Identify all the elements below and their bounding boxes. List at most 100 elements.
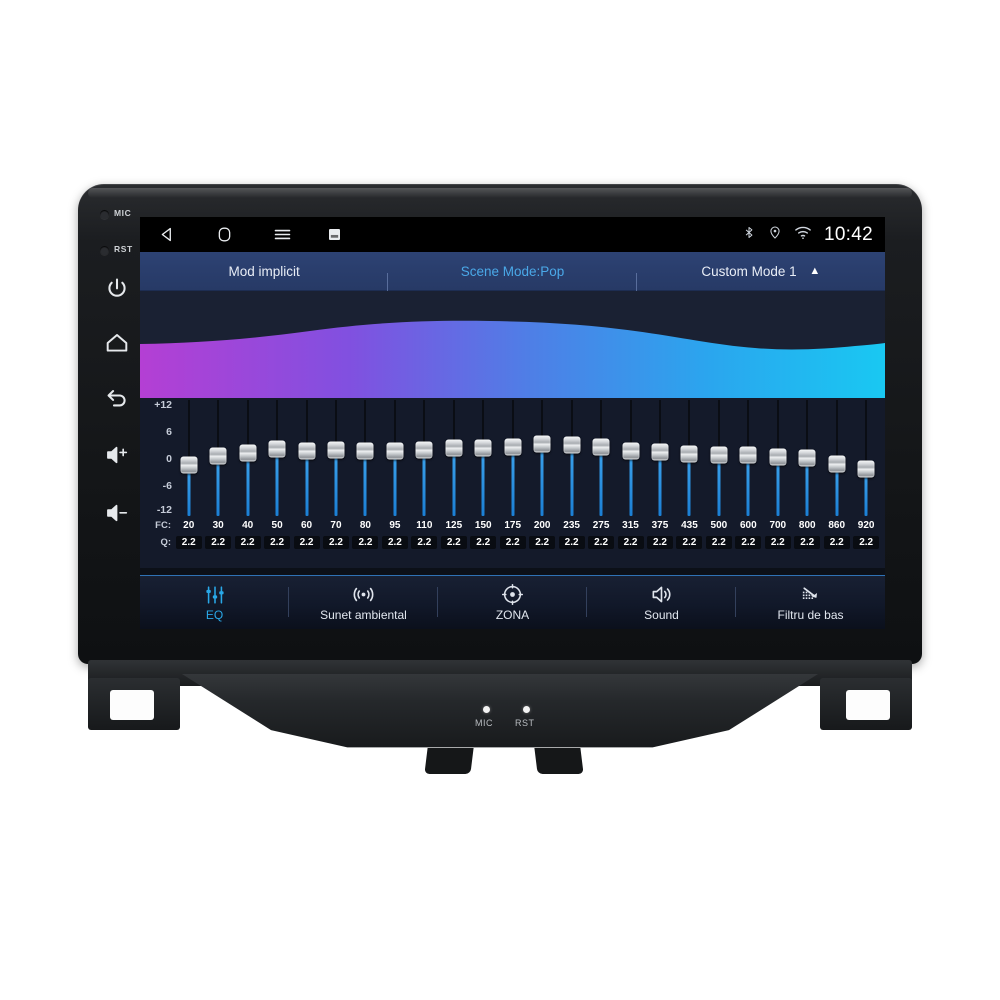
eq-q-value[interactable]: 2.2 xyxy=(735,535,762,549)
eq-q-value[interactable]: 2.2 xyxy=(234,535,261,549)
eq-slider[interactable] xyxy=(675,400,704,516)
eq-slider-knob[interactable] xyxy=(209,447,227,465)
bracket-rst-label: RST xyxy=(515,718,535,728)
eq-slider-knob[interactable] xyxy=(474,439,492,457)
mic-hole xyxy=(100,210,109,219)
eq-slider[interactable] xyxy=(321,400,350,516)
volume-down-icon[interactable] xyxy=(104,500,130,526)
bottom-tab-bar[interactable]: EQ Sunet ambiental ZONA Sound Filtru de … xyxy=(140,575,885,629)
eq-q-value[interactable]: 2.2 xyxy=(175,535,202,549)
eq-q-value[interactable]: 2.2 xyxy=(823,535,850,549)
volume-up-icon[interactable] xyxy=(104,442,130,468)
power-icon[interactable] xyxy=(104,276,130,302)
eq-slider-fill xyxy=(216,462,220,516)
eq-slider-knob[interactable] xyxy=(710,446,728,464)
tab-surround[interactable]: Sunet ambiental xyxy=(289,576,438,629)
eq-slider[interactable] xyxy=(203,400,232,516)
eq-slider-knob[interactable] xyxy=(533,435,551,452)
eq-slider[interactable] xyxy=(763,400,792,516)
eq-q-value[interactable]: 2.2 xyxy=(529,535,556,549)
tab-sound[interactable]: Sound xyxy=(587,576,736,629)
eq-q-value[interactable]: 2.2 xyxy=(440,535,467,549)
eq-slider[interactable] xyxy=(233,400,262,516)
eq-slider-knob[interactable] xyxy=(563,436,581,454)
eq-q-value[interactable]: 2.2 xyxy=(470,535,497,549)
eq-q-value[interactable]: 2.2 xyxy=(764,535,791,549)
mode-scene[interactable]: Scene Mode:Pop xyxy=(388,264,637,292)
eq-slider-knob[interactable] xyxy=(739,446,757,464)
eq-slider-knob[interactable] xyxy=(798,449,816,467)
eq-q-value[interactable]: 2.2 xyxy=(499,535,526,549)
eq-q-value[interactable]: 2.2 xyxy=(853,535,880,549)
eq-slider-fill xyxy=(746,461,750,516)
eq-slider-group[interactable] xyxy=(174,400,881,516)
eq-q-value[interactable]: 2.2 xyxy=(381,535,408,549)
eq-q-value[interactable]: 2.2 xyxy=(264,535,291,549)
eq-q-value[interactable]: 2.2 xyxy=(617,535,644,549)
tab-zona[interactable]: ZONA xyxy=(438,576,587,629)
eq-slider[interactable] xyxy=(351,400,380,516)
eq-slider-knob[interactable] xyxy=(504,438,522,456)
eq-slider-knob[interactable] xyxy=(268,440,286,458)
eq-q-value[interactable]: 2.2 xyxy=(646,535,673,549)
eq-slider[interactable] xyxy=(851,400,880,516)
equalizer-panel[interactable]: +12 6 0 -6 -12 FC: 20 30 40 50 60 70 80 95 110 12… xyxy=(140,398,885,568)
eq-slider-knob[interactable] xyxy=(651,443,669,461)
eq-slider-knob[interactable] xyxy=(857,460,875,478)
eq-slider-knob[interactable] xyxy=(415,441,433,459)
eq-slider[interactable] xyxy=(793,400,822,516)
eq-slider[interactable] xyxy=(822,400,851,516)
eq-slider-knob[interactable] xyxy=(356,442,374,460)
eq-slider[interactable] xyxy=(616,400,645,516)
navbar-menu-icon[interactable] xyxy=(253,224,311,245)
eq-q-value[interactable]: 2.2 xyxy=(588,535,615,549)
eq-slider[interactable] xyxy=(469,400,498,516)
navbar-back-icon[interactable] xyxy=(140,225,195,244)
mode-default[interactable]: Mod implicit xyxy=(140,264,389,292)
eq-slider[interactable] xyxy=(557,400,586,516)
eq-slider-knob[interactable] xyxy=(622,442,640,460)
eq-slider-knob[interactable] xyxy=(239,444,257,462)
eq-slider[interactable] xyxy=(380,400,409,516)
eq-slider[interactable] xyxy=(174,400,203,516)
eq-slider-fill xyxy=(835,470,839,516)
eq-slider-knob[interactable] xyxy=(592,438,610,456)
eq-slider-knob[interactable] xyxy=(769,448,787,466)
axis-label: 6 xyxy=(166,426,172,438)
eq-q-value[interactable]: 2.2 xyxy=(205,535,232,549)
eq-slider[interactable] xyxy=(704,400,733,516)
eq-slider[interactable] xyxy=(292,400,321,516)
eq-slider[interactable] xyxy=(410,400,439,516)
eq-slider-knob[interactable] xyxy=(180,456,198,474)
eq-q-value[interactable]: 2.2 xyxy=(352,535,379,549)
eq-slider-knob[interactable] xyxy=(828,455,846,473)
eq-slider[interactable] xyxy=(498,400,527,516)
eq-slider-knob[interactable] xyxy=(386,442,404,460)
eq-q-value[interactable]: 2.2 xyxy=(794,535,821,549)
tab-eq[interactable]: EQ xyxy=(140,576,289,629)
back-arrow-icon[interactable] xyxy=(104,384,130,410)
navbar-recents-icon[interactable] xyxy=(311,229,357,240)
eq-q-value[interactable]: 2.2 xyxy=(705,535,732,549)
eq-slider[interactable] xyxy=(734,400,763,516)
eq-slider-knob[interactable] xyxy=(327,441,345,459)
eq-q-value[interactable]: 2.2 xyxy=(676,535,703,549)
tab-bass-filter[interactable]: Filtru de bas xyxy=(736,576,885,629)
home-icon[interactable] xyxy=(104,330,130,356)
eq-q-value[interactable]: 2.2 xyxy=(322,535,349,549)
eq-slider-knob[interactable] xyxy=(680,445,698,463)
mode-custom[interactable]: Custom Mode 1 ▲ xyxy=(637,264,885,279)
navbar-home-icon[interactable] xyxy=(195,225,253,244)
eq-q-value[interactable]: 2.2 xyxy=(293,535,320,549)
eq-slider[interactable] xyxy=(527,400,556,516)
eq-slider[interactable] xyxy=(586,400,615,516)
eq-slider-knob[interactable] xyxy=(445,439,463,457)
eq-slider[interactable] xyxy=(645,400,674,516)
eq-slider-knob[interactable] xyxy=(298,442,316,460)
eq-q-value[interactable]: 2.2 xyxy=(558,535,585,549)
eq-slider[interactable] xyxy=(262,400,291,516)
eq-slider[interactable] xyxy=(439,400,468,516)
touchscreen[interactable]: 10:42 Mod implicit Scene Mode:Pop Custom… xyxy=(140,217,885,629)
eq-q-value[interactable]: 2.2 xyxy=(411,535,438,549)
chevron-up-icon[interactable]: ▲ xyxy=(809,265,820,277)
